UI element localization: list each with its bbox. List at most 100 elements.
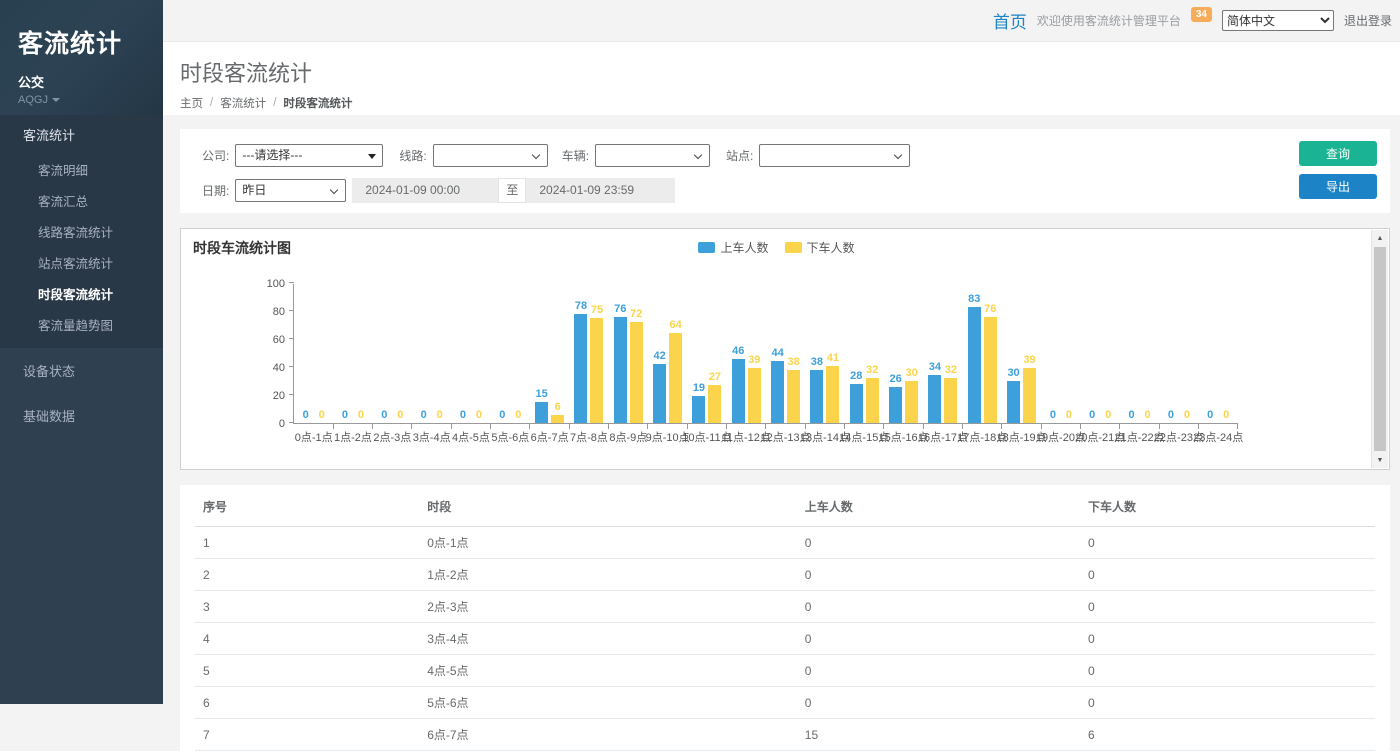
bar-value-label: 0 [358, 409, 364, 421]
bar-下车人数[interactable] [551, 415, 564, 423]
sidebar-item-passenger-stats[interactable]: 客流统计 [0, 115, 163, 154]
breadcrumb: 主页 / 客流统计 / 时段客流统计 [180, 95, 1400, 111]
sidebar-item-站点客流统计[interactable]: 站点客流统计 [0, 247, 163, 278]
scroll-up-icon[interactable]: ▲ [1372, 230, 1388, 246]
bar-下车人数[interactable] [787, 370, 800, 423]
bar-value-label: 75 [591, 304, 603, 316]
sidebar-item-客流汇总[interactable]: 客流汇总 [0, 185, 163, 216]
col-header-alighting: 下车人数 [1080, 485, 1375, 527]
table-cell: 5点-6点 [419, 687, 797, 719]
bar-value-label: 0 [499, 409, 505, 421]
station-label: 站点: [726, 147, 753, 164]
bar-下车人数[interactable] [590, 318, 603, 423]
sidebar-item-线路客流统计[interactable]: 线路客流统计 [0, 216, 163, 247]
chart-category: 42649点-10点 [648, 284, 687, 423]
sidebar-header: 客流统计 公交 AQGJ [0, 0, 163, 115]
breadcrumb-separator: / [210, 97, 213, 109]
chart-category: 0023点-24点 [1199, 284, 1238, 423]
org-code-label: AQGJ [18, 94, 48, 106]
bar-上车人数[interactable] [889, 387, 902, 423]
table-cell: 6点-7点 [419, 719, 797, 751]
logout-link[interactable]: 退出登录 [1344, 12, 1392, 29]
chart-category: 443812点-13点 [766, 284, 805, 423]
x-axis-label: 1点-2点 [334, 429, 372, 445]
bar-上车人数[interactable] [850, 384, 863, 423]
chart-category: 343216点-17点 [923, 284, 962, 423]
bar-下车人数[interactable] [1023, 368, 1036, 423]
chart-category: 0022点-23点 [1159, 284, 1198, 423]
bar-value-label: 42 [653, 350, 665, 362]
language-select[interactable]: 简体中文 [1222, 10, 1334, 31]
company-select[interactable]: ---请选择--- [235, 144, 383, 167]
app-title: 客流统计 [18, 24, 145, 60]
bar-上车人数[interactable] [574, 314, 587, 423]
org-code-dropdown[interactable]: AQGJ [18, 94, 145, 106]
bar-上车人数[interactable] [810, 370, 823, 423]
sidebar-item-客流明细[interactable]: 客流明细 [0, 154, 163, 185]
export-button[interactable]: 导出 [1299, 174, 1377, 199]
bar-value-label: 72 [630, 308, 642, 320]
bar-value-label: 19 [693, 382, 705, 394]
scroll-down-icon[interactable]: ▼ [1372, 452, 1388, 468]
table-cell: 0 [797, 559, 1080, 591]
welcome-text: 欢迎使用客流统计管理平台 [1037, 12, 1181, 29]
date-end-input[interactable]: 2024-01-09 23:59 [526, 178, 675, 203]
bar-value-label: 83 [968, 293, 980, 305]
table-body: 10点-1点0021点-2点0032点-3点0043点-4点0054点-5点00… [195, 527, 1375, 751]
bar-下车人数[interactable] [630, 322, 643, 423]
chevron-down-icon [52, 98, 60, 102]
sidebar-item-基础数据[interactable]: 基础数据 [0, 393, 163, 438]
home-link[interactable]: 首页 [993, 8, 1027, 33]
legend-item-boarding[interactable]: 上车人数 [698, 239, 768, 256]
bar-value-label: 76 [614, 303, 626, 315]
bar-上车人数[interactable] [732, 359, 745, 423]
sidebar-item-时段客流统计[interactable]: 时段客流统计 [0, 278, 163, 309]
scrollbar-thumb[interactable] [1374, 247, 1386, 451]
table-cell: 15 [797, 719, 1080, 751]
bar-上车人数[interactable] [968, 307, 981, 423]
vehicle-select[interactable] [595, 144, 710, 167]
bar-下车人数[interactable] [866, 378, 879, 423]
sidebar-item-客流量趋势图[interactable]: 客流量趋势图 [0, 309, 163, 340]
table-row: 54点-5点00 [195, 655, 1375, 687]
bar-下车人数[interactable] [905, 381, 918, 423]
bar-value-label: 39 [1023, 354, 1035, 366]
page-heading: 时段客流统计 主页 / 客流统计 / 时段客流统计 [163, 42, 1400, 115]
bar-上车人数[interactable] [771, 361, 784, 423]
x-axis-label: 7点-8点 [570, 429, 608, 445]
query-button[interactable]: 查询 [1299, 141, 1377, 166]
date-preset-select[interactable]: 昨日 [235, 179, 346, 202]
sidebar: 客流统计 公交 AQGJ 客流统计 客流明细客流汇总线路客流统计站点客流统计时段… [0, 0, 163, 704]
y-tick-label: 100 [255, 278, 285, 290]
legend-item-alighting[interactable]: 下车人数 [785, 239, 855, 256]
table-cell: 0 [1080, 623, 1375, 655]
chart-scrollbar[interactable]: ▲ ▼ [1371, 230, 1388, 468]
bar-上车人数[interactable] [653, 364, 666, 423]
bar-上车人数[interactable] [692, 396, 705, 423]
table-row: 32点-3点00 [195, 591, 1375, 623]
company-label: 公司: [202, 147, 229, 164]
bar-下车人数[interactable] [669, 333, 682, 423]
date-start-input[interactable]: 2024-01-09 00:00 [352, 178, 498, 203]
bar-value-label: 0 [1128, 409, 1134, 421]
bar-上车人数[interactable] [1007, 381, 1020, 423]
line-select[interactable] [433, 144, 548, 167]
bar-下车人数[interactable] [708, 385, 721, 423]
notification-badge[interactable]: 34 [1191, 7, 1212, 22]
table-cell: 0 [1080, 591, 1375, 623]
bar-下车人数[interactable] [826, 366, 839, 423]
station-select[interactable] [759, 144, 910, 167]
table-cell: 4 [195, 623, 419, 655]
breadcrumb-section[interactable]: 客流统计 [220, 95, 266, 111]
breadcrumb-home[interactable]: 主页 [180, 95, 203, 111]
bar-上车人数[interactable] [535, 402, 548, 423]
bar-下车人数[interactable] [748, 368, 761, 423]
chart-category: 263015点-16点 [884, 284, 923, 423]
sidebar-item-设备状态[interactable]: 设备状态 [0, 348, 163, 393]
table-cell: 1 [195, 527, 419, 559]
bar-上车人数[interactable] [928, 375, 941, 423]
bar-下车人数[interactable] [944, 378, 957, 423]
y-tick-mark [289, 282, 294, 283]
bar-下车人数[interactable] [984, 317, 997, 423]
bar-上车人数[interactable] [614, 317, 627, 423]
